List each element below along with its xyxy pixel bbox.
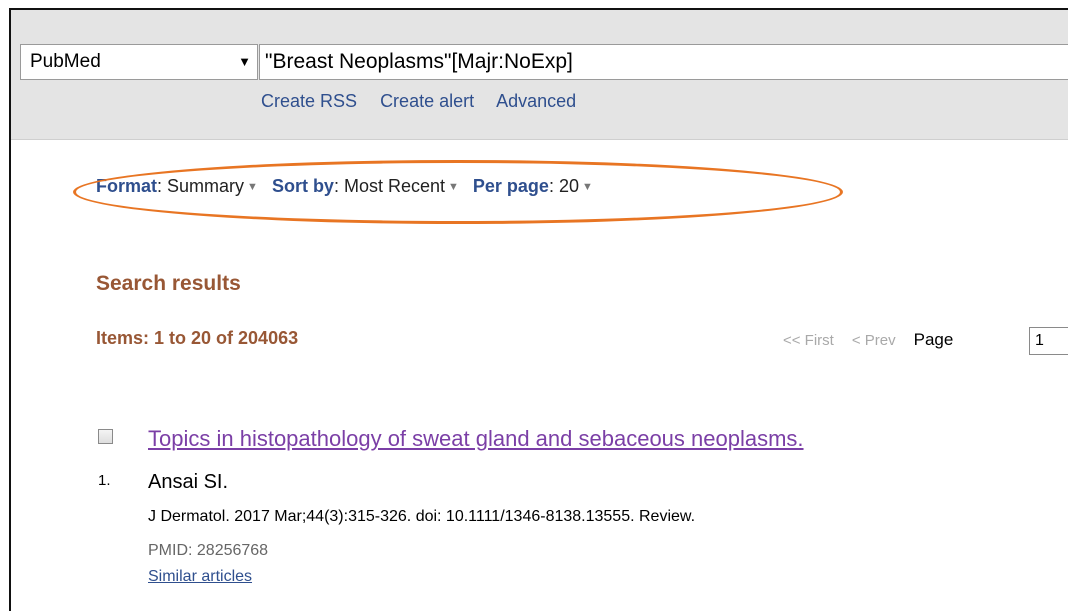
article-citation: J Dermatol. 2017 Mar;44(3):315-326. doi:…: [148, 508, 696, 525]
chevron-down-icon: ▼: [238, 54, 251, 69]
search-bar: PubMed ▼ "Breast Neoplasms"[Majr:NoExp] …: [11, 10, 1068, 140]
create-alert-link[interactable]: Create alert: [380, 91, 474, 111]
advanced-search-link[interactable]: Advanced: [496, 91, 576, 111]
similar-articles-link[interactable]: Similar articles: [148, 568, 252, 586]
page-label: Page: [913, 330, 954, 349]
page-number-value: 1: [1035, 332, 1044, 349]
prev-page-link[interactable]: < Prev: [852, 332, 896, 349]
result-rank: 1.: [98, 472, 111, 489]
database-select[interactable]: PubMed ▼: [20, 44, 258, 80]
highlight-oval: [73, 160, 843, 224]
first-page-link[interactable]: << First: [783, 332, 834, 349]
page-number-input[interactable]: 1: [1029, 327, 1068, 355]
search-results-heading: Search results: [96, 272, 241, 295]
search-input-value: "Breast Neoplasms"[Majr:NoExp]: [265, 50, 573, 73]
database-select-value: PubMed: [30, 51, 101, 72]
article-authors: Ansai SI.: [148, 471, 229, 493]
create-rss-link[interactable]: Create RSS: [261, 91, 357, 111]
items-count: Items: 1 to 20 of 204063: [96, 328, 299, 348]
result-checkbox[interactable]: [98, 429, 113, 444]
page-frame: PubMed ▼ "Breast Neoplasms"[Majr:NoExp] …: [9, 8, 1068, 611]
article-pmid: PMID: 28256768: [148, 542, 269, 559]
pagination: << First < Prev Page: [783, 330, 953, 350]
search-input[interactable]: "Breast Neoplasms"[Majr:NoExp]: [259, 44, 1068, 80]
search-links: Create RSS Create alert Advanced: [261, 91, 594, 112]
article-title-link[interactable]: Topics in histopathology of sweat gland …: [148, 426, 804, 452]
